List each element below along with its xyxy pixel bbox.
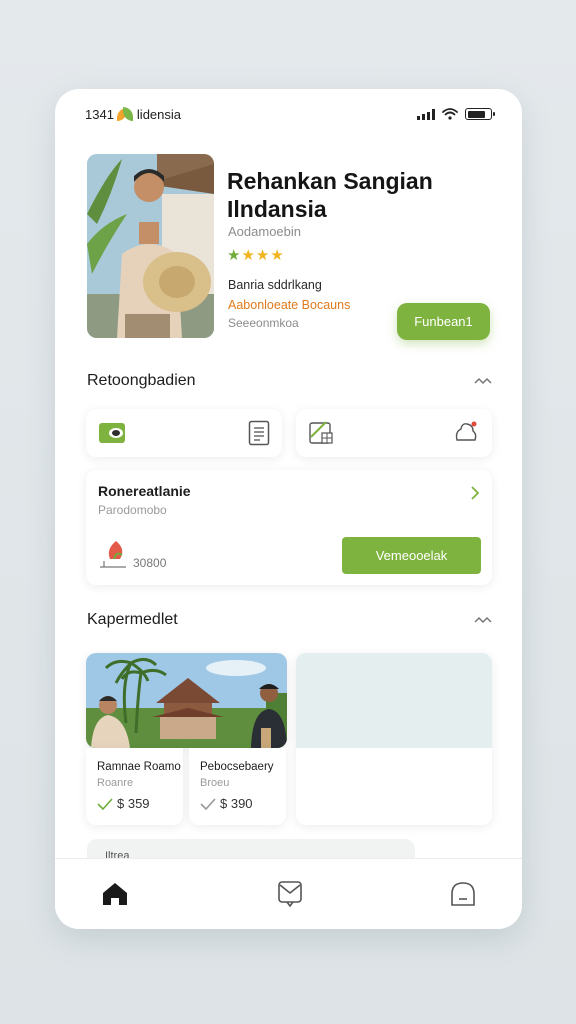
offer-subtitle: Parodomobo bbox=[98, 503, 167, 517]
status-left: 1341 lidensia bbox=[85, 106, 181, 123]
listing-placeholder-card[interactable] bbox=[296, 653, 492, 825]
home-icon[interactable] bbox=[101, 881, 129, 907]
offer-card[interactable]: Ronereatlanie Parodomobo 30800 Vemeooela… bbox=[86, 470, 492, 585]
rating-stars: ★★★★ bbox=[227, 246, 285, 264]
section-title: Kapermedlet bbox=[87, 611, 178, 628]
collapse-icon[interactable] bbox=[474, 615, 492, 625]
hero-title: Rehankan Sangian Ilndansia bbox=[227, 168, 433, 222]
check-icon bbox=[200, 797, 216, 810]
hero-note: Seeeonmkoa bbox=[228, 316, 299, 330]
hero-photo[interactable] bbox=[87, 154, 214, 338]
star-icon: ★ bbox=[270, 247, 285, 264]
signal-icon bbox=[417, 108, 435, 120]
offer-action-button[interactable]: Vemeooelak bbox=[342, 537, 481, 574]
status-icons bbox=[417, 108, 495, 120]
offer-price: 30800 bbox=[133, 556, 167, 570]
inbox-icon[interactable] bbox=[277, 880, 303, 908]
service-card-left[interactable] bbox=[86, 409, 282, 457]
listing-subtitle: Roanre bbox=[97, 777, 134, 789]
listing-price-row: $ 359 bbox=[97, 796, 150, 811]
document-icon[interactable] bbox=[248, 420, 270, 446]
listing-subtitle: Broeu bbox=[200, 777, 230, 789]
offer-title: Ronereatlanie bbox=[98, 483, 191, 499]
section-header-listings: Kapermedlet bbox=[87, 608, 492, 632]
listing-placeholder-image bbox=[296, 653, 492, 748]
hero-subtitle: Aodamoebin bbox=[228, 224, 301, 239]
hero-photo-illustration bbox=[87, 154, 214, 338]
hero-section: Rehankan Sangian Ilndansia Aodamoebin ★★… bbox=[87, 154, 492, 340]
listing-card[interactable]: Pebocsebaery Broeu $ 390 bbox=[189, 748, 286, 825]
flower-icon bbox=[100, 541, 126, 568]
star-icon: ★ bbox=[255, 247, 271, 264]
status-bar: 1341 lidensia bbox=[55, 89, 522, 139]
collapse-icon[interactable] bbox=[474, 376, 492, 386]
calendar-icon[interactable] bbox=[308, 420, 334, 446]
hero-highlight: Aabonloeate Bocauns bbox=[228, 298, 351, 312]
status-brand: lidensia bbox=[136, 106, 182, 122]
listing-card[interactable]: Ramnae Roamo Roanre $ 359 bbox=[86, 748, 183, 825]
wallet-icon[interactable] bbox=[98, 421, 126, 445]
service-card-right[interactable] bbox=[296, 409, 492, 457]
profile-icon[interactable] bbox=[450, 881, 476, 907]
hero-detail: Banria sddrlkang bbox=[228, 278, 322, 292]
bottom-nav bbox=[55, 858, 522, 929]
phone-frame: 1341 lidensia Rehankan Sangian Ilndansia… bbox=[55, 89, 522, 929]
battery-icon bbox=[465, 108, 495, 120]
wifi-icon bbox=[442, 108, 458, 120]
hero-action-button[interactable]: Funbean1 bbox=[397, 303, 490, 340]
star-icon: ★ bbox=[241, 247, 256, 264]
listing-name: Ramnae Roamo bbox=[97, 761, 181, 773]
listing-price: $ 359 bbox=[117, 796, 150, 811]
status-time: 1341 bbox=[85, 106, 114, 122]
chevron-right-icon[interactable] bbox=[470, 485, 480, 501]
battery-fill bbox=[467, 110, 486, 118]
listing-name: Pebocsebaery bbox=[200, 761, 274, 773]
section-header-services: Retoongbadien bbox=[87, 369, 492, 393]
listing-photo-illustration bbox=[86, 653, 287, 748]
listing-price-row: $ 390 bbox=[200, 796, 253, 811]
check-icon bbox=[97, 797, 113, 810]
bell-icon[interactable] bbox=[452, 420, 480, 446]
brand-logo-icon bbox=[116, 106, 134, 123]
listing-price: $ 390 bbox=[220, 796, 253, 811]
listing-photo[interactable] bbox=[86, 653, 287, 748]
star-icon: ★ bbox=[227, 247, 242, 264]
section-title: Retoongbadien bbox=[87, 372, 196, 389]
